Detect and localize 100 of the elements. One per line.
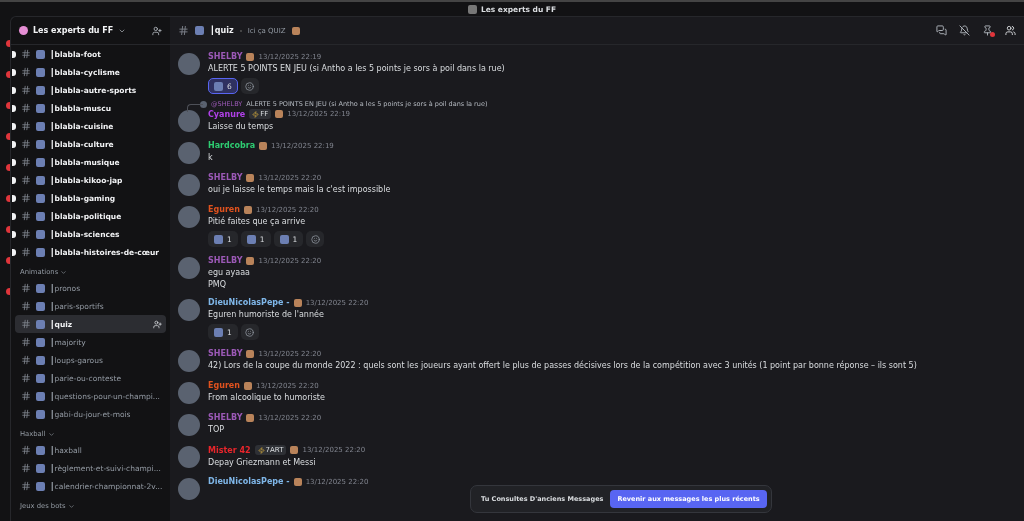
hash-icon <box>21 121 31 131</box>
hash-icon <box>21 337 31 347</box>
chevron-down-icon <box>47 430 55 438</box>
emoji-icon <box>279 234 289 244</box>
author-name[interactable]: Cyanure <box>208 109 246 119</box>
emoji-icon <box>291 26 300 35</box>
hash-icon <box>21 229 31 239</box>
message-text: Pitié faites que ça arrive <box>208 217 307 226</box>
hash-icon <box>21 85 31 95</box>
hash-icon <box>21 283 31 293</box>
avatar[interactable] <box>178 174 200 196</box>
avatar[interactable] <box>178 414 200 436</box>
author-name[interactable]: SHELBY <box>208 52 243 61</box>
hash-icon <box>21 157 31 167</box>
hash-icon <box>21 319 31 329</box>
emoji-icon <box>214 234 223 244</box>
message-text: k <box>208 153 214 162</box>
hash-icon <box>21 355 31 365</box>
add-reaction-button[interactable] <box>306 231 325 247</box>
chevron-down-icon <box>67 502 75 510</box>
chevron-down-icon <box>60 268 68 276</box>
hash-icon <box>21 391 31 401</box>
badge-icon <box>293 298 302 307</box>
hash-icon <box>21 301 31 311</box>
emoji-icon <box>195 26 204 35</box>
message-text: Eguren humoriste de l'année <box>208 310 325 319</box>
lightning-icon <box>252 110 260 118</box>
avatar[interactable] <box>178 478 200 500</box>
avatar[interactable] <box>178 446 200 468</box>
badge-icon <box>246 349 255 358</box>
badge-icon <box>243 205 252 214</box>
add-reaction-button[interactable] <box>240 324 259 340</box>
channel-title: ┃quiz <box>210 26 234 35</box>
hash-icon <box>21 49 31 59</box>
hash-icon <box>21 67 31 77</box>
avatar[interactable] <box>178 53 200 75</box>
hash-icon <box>178 25 189 36</box>
author-name[interactable]: Eguren <box>208 205 240 214</box>
author-name[interactable]: SHELBY <box>208 256 243 265</box>
invite-icon[interactable] <box>152 25 162 36</box>
bell-off-icon[interactable] <box>959 25 970 36</box>
hash-icon <box>21 193 31 203</box>
server-name: Les experts du FF <box>33 26 114 35</box>
emoji-icon <box>246 234 256 244</box>
avatar[interactable] <box>178 142 200 164</box>
badge-icon <box>246 413 255 422</box>
avatar[interactable] <box>178 350 200 372</box>
hash-icon <box>21 463 31 473</box>
message-text: From alcoolique to humoriste <box>208 393 325 402</box>
badge-icon <box>246 173 255 182</box>
hash-icon <box>21 247 31 257</box>
message-text: oui je laisse le temps mais la c'est impossible <box>208 185 391 194</box>
badge-icon <box>246 52 255 61</box>
lightning-icon <box>257 446 265 454</box>
smile-icon <box>245 327 255 337</box>
author-name[interactable]: Mister 42 <box>208 445 251 455</box>
hash-icon <box>21 481 31 491</box>
emoji-icon <box>214 327 223 337</box>
author-name[interactable]: SHELBY <box>208 173 243 182</box>
author-name[interactable]: DieuNicolasPepe - <box>208 298 290 307</box>
add-reaction-button[interactable] <box>240 78 259 94</box>
message-text: Depay Griezmann et Messi <box>208 458 317 467</box>
invite-icon[interactable] <box>153 319 162 329</box>
hash-icon <box>21 211 31 221</box>
message-text: Laisse du temps <box>208 122 275 131</box>
badge-icon <box>243 381 252 390</box>
author-name[interactable]: DieuNicolasPepe - <box>208 477 290 486</box>
avatar[interactable] <box>178 206 200 228</box>
pin-icon[interactable] <box>982 25 993 36</box>
message-text: egu ayaaa <box>208 268 251 277</box>
author-name[interactable]: Eguren <box>208 381 240 390</box>
hash-icon <box>21 445 31 455</box>
message-text: TOP <box>208 425 225 434</box>
avatar[interactable] <box>178 299 200 321</box>
message-text: PMQ <box>208 280 228 289</box>
badge-icon <box>275 110 284 118</box>
author-name[interactable]: SHELBY <box>208 349 243 358</box>
avatar[interactable] <box>178 382 200 404</box>
avatar <box>200 100 207 108</box>
badge-icon <box>290 446 299 454</box>
smile-icon <box>310 234 320 244</box>
hash-icon <box>21 139 31 149</box>
server-thumbnail <box>467 4 477 14</box>
hash-icon <box>21 175 31 185</box>
emoji-icon <box>214 81 223 91</box>
hash-icon <box>21 409 31 419</box>
avatar[interactable] <box>178 257 200 279</box>
avatar[interactable] <box>178 110 200 132</box>
badge-icon <box>259 141 268 150</box>
hash-icon <box>21 373 31 383</box>
author-name[interactable]: SHELBY <box>208 413 243 422</box>
badge-icon <box>246 256 255 265</box>
server-icon <box>19 26 28 35</box>
author-name[interactable]: Hardcobra <box>208 141 256 150</box>
message-text: ALERTE 5 POINTS EN JEU (si Antho a les 5 points je sors à poil dans la rue) <box>208 64 505 73</box>
members-icon[interactable] <box>1005 25 1016 36</box>
threads-icon[interactable] <box>936 25 947 36</box>
badge-icon <box>293 477 302 486</box>
message-text: 42) Lors de la coupe du monde 2022 : quels sont les joueurs ayant offert le plus de passes décisives lors de la compétition avec 3 unités (1 point par bonne réponse – ils sont 5) <box>208 361 917 370</box>
hash-icon <box>21 103 31 113</box>
